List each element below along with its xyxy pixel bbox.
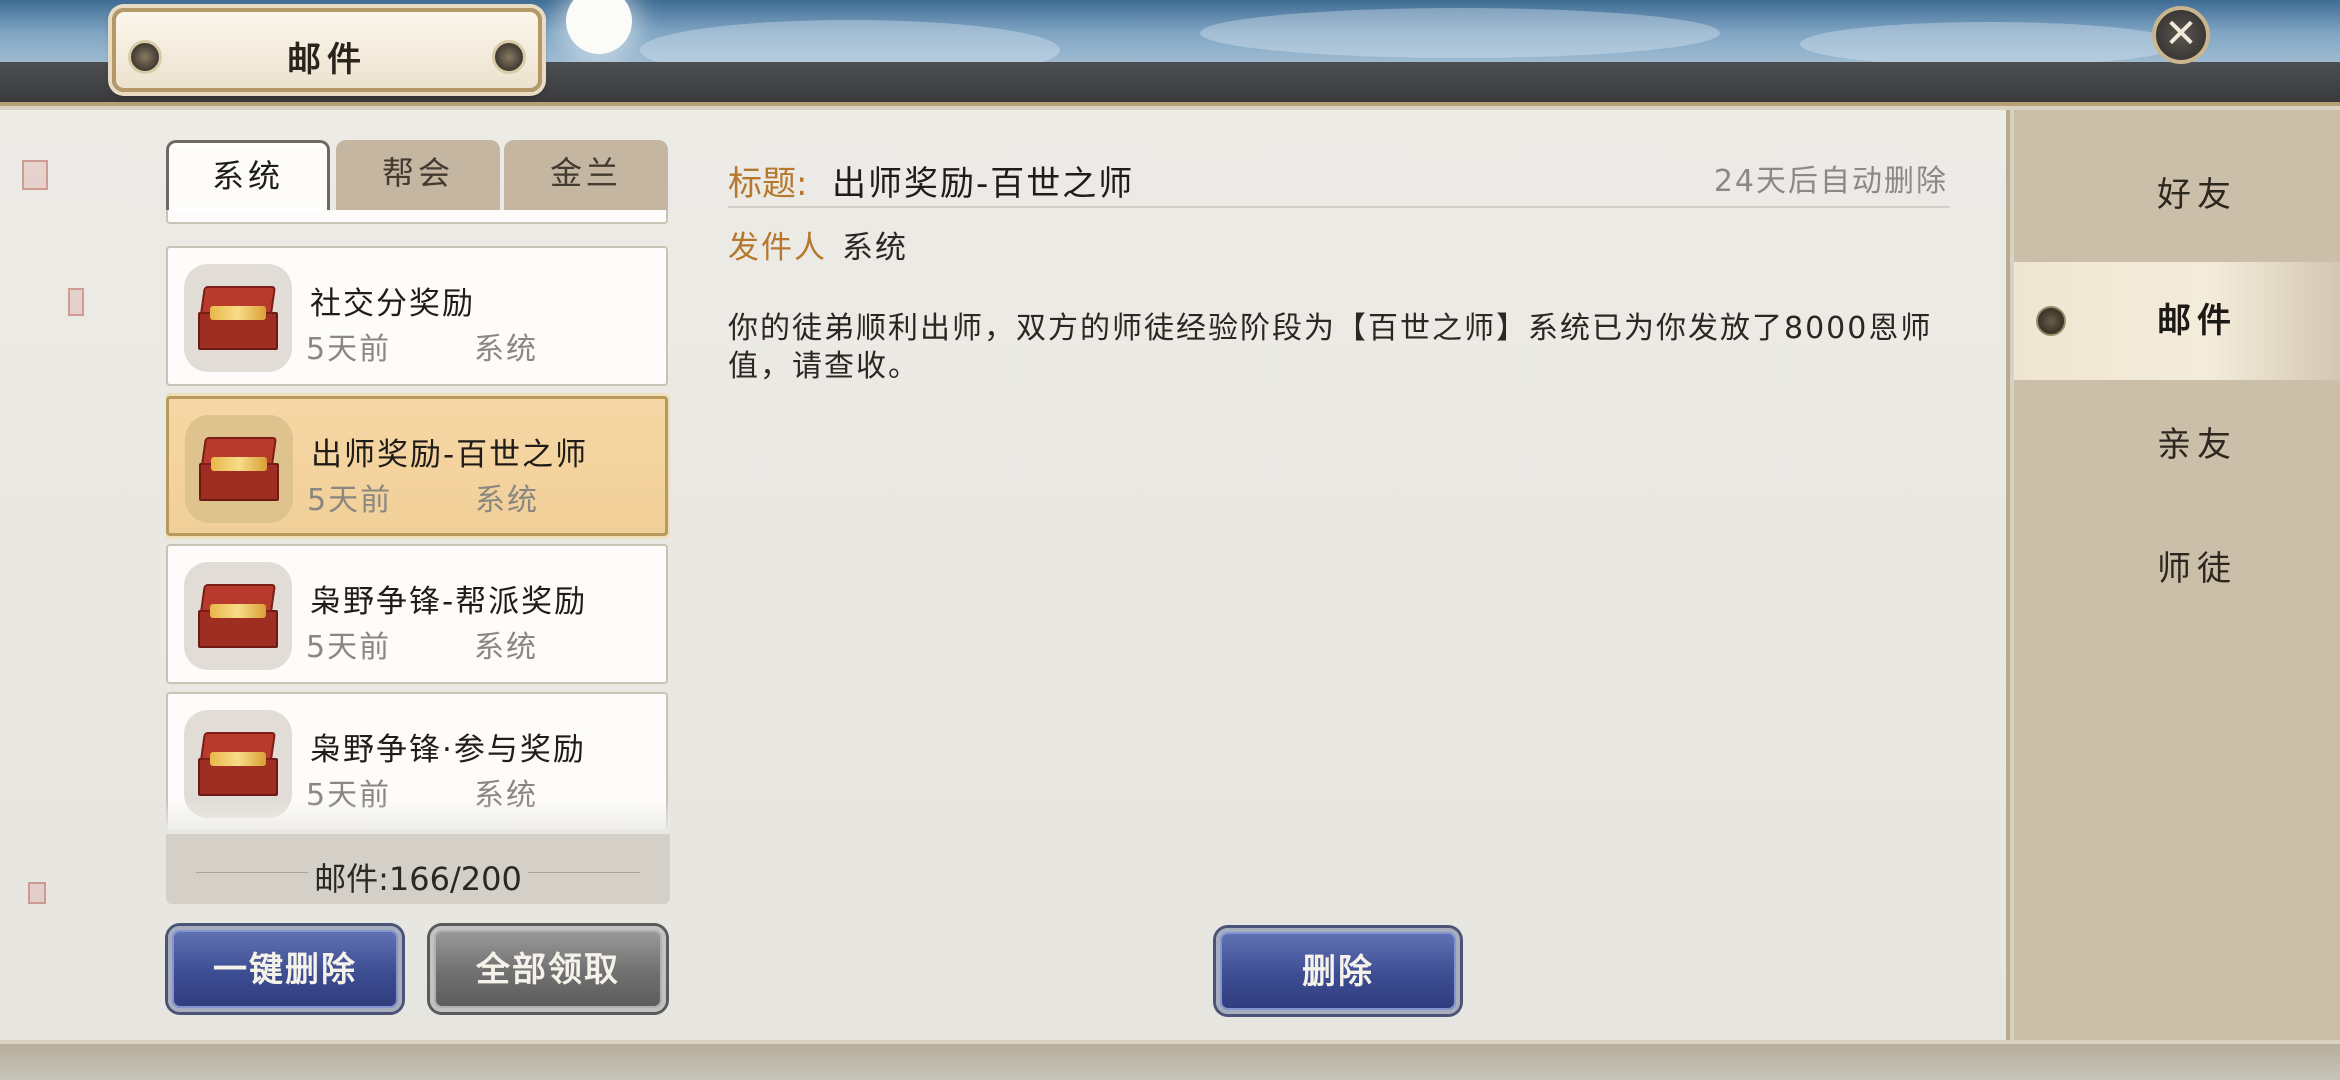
delete-button[interactable]: 删除: [1216, 928, 1460, 1014]
treasure-chest-icon: [198, 732, 278, 798]
detail-expire: 24天后自动删除: [1713, 164, 1948, 199]
detail-title: 出师奖励-百世之师: [832, 164, 1135, 204]
cloud-decoration: [1800, 22, 2180, 66]
mail-name: 出师奖励-百世之师: [311, 437, 589, 473]
mail-count-bar: 邮件:166/200: [166, 834, 670, 904]
list-item[interactable]: 社交分奖励 5天前 系统: [166, 246, 668, 386]
sidebar-item-label: 邮件: [2157, 301, 2237, 341]
mail-name: 社交分奖励: [310, 286, 475, 322]
sidebar-item-mentorship[interactable]: 师徒: [2014, 510, 2340, 628]
mail-thumbnail: [184, 562, 292, 670]
tab-sworn[interactable]: 金兰: [504, 140, 668, 210]
mail-count-wrap: 邮件:166/200: [166, 854, 670, 900]
mail-count: 邮件:166/200: [308, 860, 528, 898]
mail-name: 枭野争锋-帮派奖励: [310, 584, 588, 620]
mail-time: 5天前: [306, 332, 392, 367]
seal-decoration: [22, 160, 48, 190]
tab-guild[interactable]: 帮会: [336, 140, 500, 210]
page-title: 邮件: [287, 40, 367, 80]
knot-ornament-icon: [2036, 306, 2066, 336]
sidebar: 好友 邮件 亲友 师徒: [2014, 110, 2340, 1040]
sidebar-item-friends[interactable]: 好友: [2014, 136, 2340, 254]
mail-thumbnail: [185, 415, 293, 523]
list-item-partial[interactable]: [166, 210, 668, 224]
close-button[interactable]: ✕: [2152, 6, 2210, 64]
tab-system[interactable]: 系统: [166, 140, 330, 210]
treasure-chest-icon: [198, 584, 278, 650]
delete-all-button[interactable]: 一键删除: [168, 926, 402, 1012]
treasure-chest-icon: [198, 286, 278, 352]
seal-decoration: [68, 288, 84, 316]
mail-sender: 系统: [474, 332, 538, 367]
mail-body: 你的徒弟顺利出师，双方的师徒经验阶段为【百世之师】系统已为你发放了8000恩师值…: [728, 311, 1933, 384]
divider: [728, 206, 1950, 208]
calligraphy-decoration: [22, 150, 72, 910]
sidebar-item-mail[interactable]: 邮件: [2014, 262, 2340, 380]
list-item[interactable]: 枭野争锋-帮派奖励 5天前 系统: [166, 544, 668, 684]
knot-ornament-icon: [492, 40, 526, 74]
sidebar-item-relatives[interactable]: 亲友: [2014, 386, 2340, 504]
mail-thumbnail: [184, 264, 292, 372]
close-icon: ✕: [2164, 11, 2198, 57]
claim-all-button[interactable]: 全部领取: [430, 926, 666, 1012]
mail-time: 5天前: [306, 630, 392, 665]
detail-title-label: 标题:: [728, 164, 808, 204]
seal-decoration: [28, 882, 46, 904]
mail-name: 枭野争锋·参与奖励: [310, 732, 586, 768]
sender-label: 发件人: [728, 230, 827, 266]
cloud-decoration: [1200, 8, 1720, 58]
title-plaque: 邮件: [112, 8, 542, 92]
list-item-selected[interactable]: 出师奖励-百世之师 5天前 系统: [166, 396, 668, 536]
mail-list[interactable]: 社交分奖励 5天前 系统 出师奖励-百世之师 5天前 系统 枭野争锋-帮派奖励 …: [166, 210, 670, 830]
mail-time: 5天前: [307, 483, 393, 518]
mail-sender: 系统: [474, 630, 538, 665]
bottom-strip: [0, 1044, 2340, 1080]
list-fade: [166, 800, 670, 830]
treasure-chest-icon: [199, 437, 279, 503]
mail-sender: 系统: [475, 483, 539, 518]
moon-decoration: [566, 0, 632, 54]
sender-value: 系统: [842, 230, 908, 266]
